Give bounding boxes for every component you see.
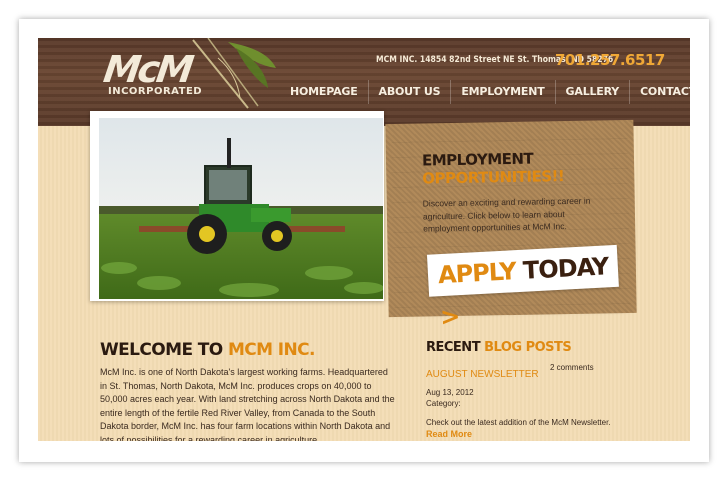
read-more-link[interactable]: Read More	[426, 429, 472, 439]
logo-text: McM	[100, 48, 194, 91]
website: McM INCORPORATED MCM INC. 14854 82nd Str…	[38, 38, 690, 441]
main-nav: HOMEPAGE ABOUT US EMPLOYMENT GALLERY CON…	[280, 80, 690, 104]
blog-post-excerpt: Check out the latest addition of the McM…	[426, 418, 611, 427]
employment-title: EMPLOYMENT	[421, 149, 534, 170]
employment-card: EMPLOYMENT OPPORTUNITIES!! Discover an e…	[391, 123, 631, 331]
employment-subtitle: OPPORTUNITIES!!	[422, 167, 565, 188]
employment-description: Discover an exciting and rewarding caree…	[422, 195, 591, 234]
blog-post-meta: Aug 13, 2012 Category:	[426, 388, 474, 409]
nav-employment[interactable]: EMPLOYMENT	[450, 80, 554, 104]
welcome-heading-part2: MCM INC.	[227, 340, 316, 360]
blog-post-title[interactable]: AUGUST NEWSLETTER	[426, 369, 539, 380]
apply-word: APPLY	[437, 257, 517, 290]
wheat-stalk-icon	[192, 38, 276, 109]
blog-post-category: Category:	[426, 398, 461, 408]
welcome-text: McM Inc. is one of North Dakota's larges…	[100, 367, 395, 441]
arrow-right-icon: >	[439, 302, 461, 332]
phone-number[interactable]: 701.257.6517	[555, 51, 665, 69]
farm-photo	[90, 111, 384, 301]
nav-contact-us[interactable]: CONTACT US	[629, 80, 690, 104]
today-word: TODAY	[522, 252, 609, 285]
blog-heading: RECENT BLOG POSTS	[426, 340, 572, 355]
blog-post-date: Aug 13, 2012	[426, 388, 474, 397]
nav-homepage[interactable]: HOMEPAGE	[280, 80, 368, 104]
nav-gallery[interactable]: GALLERY	[554, 80, 630, 104]
logo[interactable]: McM INCORPORATED	[38, 38, 278, 118]
welcome-heading-part1: WELCOME TO	[100, 340, 223, 360]
blog-heading-part1: RECENT	[426, 340, 481, 355]
welcome-heading: WELCOME TO MCM INC.	[100, 340, 315, 360]
blog-heading-part2[interactable]: BLOG POSTS	[484, 340, 572, 355]
blog-post-comments[interactable]: 2 comments	[550, 363, 594, 372]
nav-about-us[interactable]: ABOUT US	[367, 80, 451, 104]
tractor-field-image	[99, 118, 383, 299]
